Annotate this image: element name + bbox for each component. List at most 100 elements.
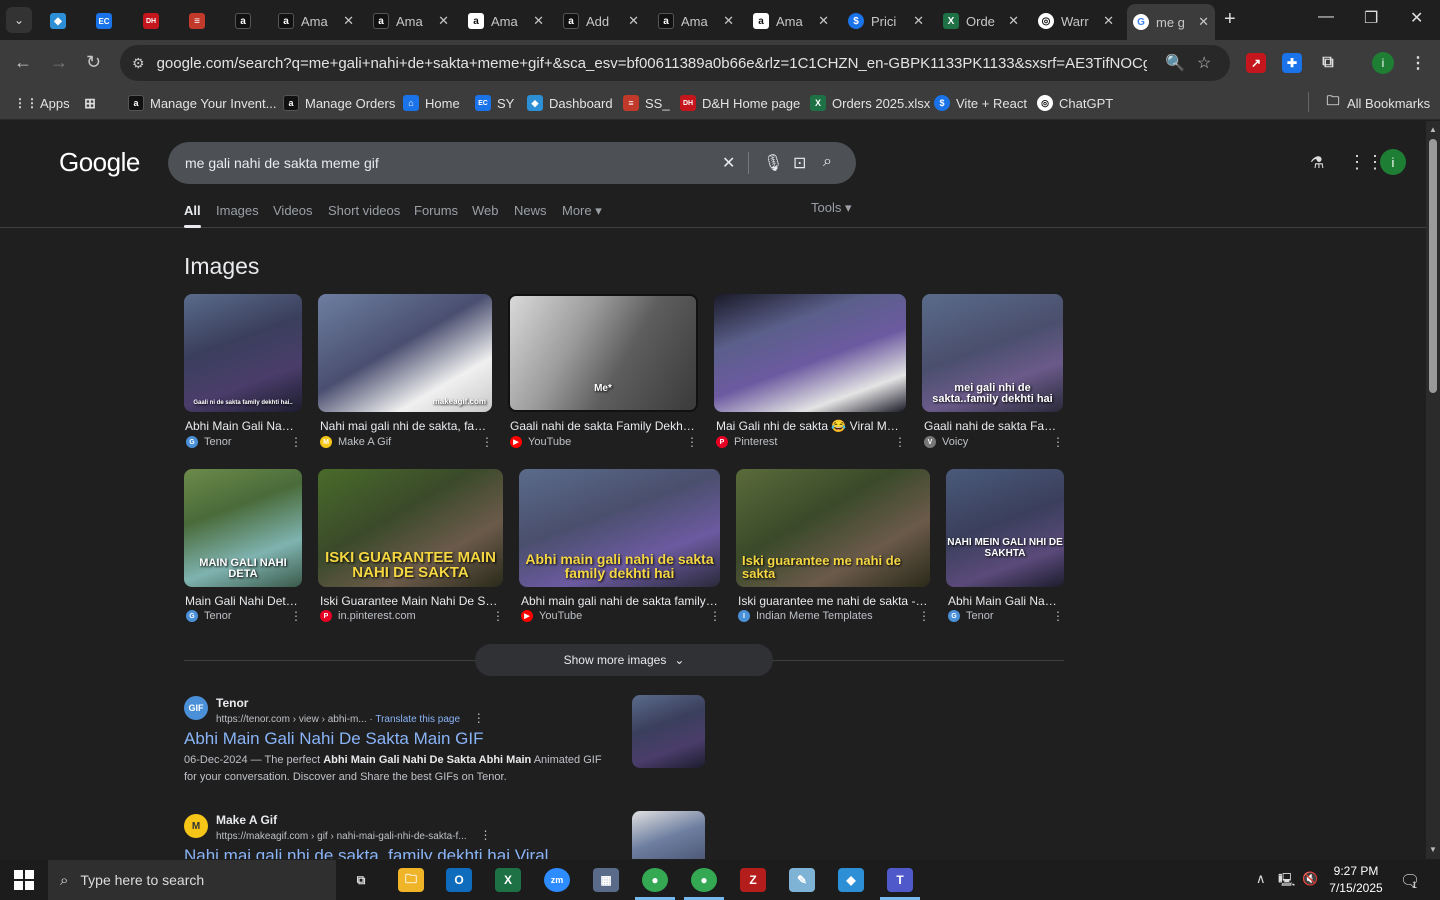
labs-flask-icon[interactable]: ⚗ bbox=[1310, 153, 1324, 173]
voice-search-icon[interactable]: 🎙 bbox=[763, 153, 783, 173]
chrome-icon[interactable]: ● bbox=[642, 868, 668, 892]
tab-all[interactable]: All bbox=[184, 203, 201, 228]
image-source[interactable]: Pin.pinterest.com bbox=[320, 610, 416, 622]
close-window-icon[interactable]: ✕ bbox=[1410, 8, 1423, 28]
image-result[interactable]: ISKI GUARANTEE MAIN NAHI DE SAKTA bbox=[318, 469, 503, 587]
image-result[interactable]: mei gali nhi de sakta..family dekhti hai bbox=[922, 294, 1063, 412]
file-explorer-icon[interactable]: 🗀 bbox=[398, 868, 424, 892]
notepad-icon[interactable]: ✎ bbox=[789, 868, 815, 892]
result-url[interactable]: https://tenor.com › view › abhi-m... · T… bbox=[216, 711, 485, 725]
tab-item[interactable]: a Ama ✕ bbox=[272, 6, 360, 36]
close-tab-icon[interactable]: ✕ bbox=[818, 13, 829, 29]
tab-news[interactable]: News bbox=[514, 203, 547, 218]
image-result[interactable]: NAHI MEIN GALI NHI DE SAKHTA bbox=[946, 469, 1064, 587]
lens-search-icon[interactable]: ⊡ bbox=[793, 153, 806, 173]
bookmark-item[interactable]: a Manage Your Invent... bbox=[128, 92, 276, 114]
system-clock[interactable]: 9:27 PM 7/15/2025 bbox=[1328, 863, 1384, 897]
more-options-icon[interactable]: ⋮ bbox=[1052, 609, 1064, 623]
close-tab-icon[interactable]: ✕ bbox=[1103, 13, 1114, 29]
more-options-icon[interactable]: ⋮ bbox=[473, 711, 485, 725]
more-options-icon[interactable]: ⋮ bbox=[481, 435, 493, 449]
bookmark-item[interactable]: a Manage Orders bbox=[283, 92, 395, 114]
search-box[interactable]: me gali nahi de sakta meme gif ✕ 🎙 ⊡ ⌕ bbox=[168, 142, 856, 184]
tab-pinned-4[interactable]: ≡ bbox=[183, 6, 219, 36]
chrome-profile-icon[interactable]: ● bbox=[691, 868, 717, 892]
account-avatar[interactable]: i bbox=[1380, 149, 1406, 175]
tab-item[interactable]: a Add ✕ bbox=[557, 6, 645, 36]
bookmark-apps[interactable]: ⋮⋮ Apps bbox=[14, 92, 70, 114]
extension-arrow-icon[interactable]: ↗ bbox=[1246, 53, 1266, 73]
volume-muted-icon[interactable]: 🔇 bbox=[1302, 871, 1318, 887]
search-icon[interactable]: ⌕ bbox=[823, 153, 832, 171]
bookmark-tab-groups[interactable]: ⊞ bbox=[82, 92, 104, 114]
address-bar[interactable]: ⚙ google.com/search?q=me+gali+nahi+de+sa… bbox=[120, 45, 1230, 81]
excel-icon[interactable]: X bbox=[495, 868, 521, 892]
extensions-icon[interactable]: ⧉ bbox=[1318, 53, 1338, 73]
extension-puzzle-blue-icon[interactable]: ✚ bbox=[1282, 53, 1302, 73]
menu-kebab-icon[interactable]: ⋮ bbox=[1408, 53, 1428, 73]
bookmark-item[interactable]: ◆ Dashboard bbox=[527, 92, 613, 114]
new-tab-icon[interactable]: + bbox=[1224, 8, 1236, 31]
bookmark-item[interactable]: ◎ ChatGPT bbox=[1037, 92, 1113, 114]
page-scrollbar[interactable]: ▲ ▼ bbox=[1426, 121, 1440, 859]
tab-forums[interactable]: Forums bbox=[414, 203, 458, 218]
tab-pinned-2[interactable]: EC bbox=[90, 6, 126, 36]
result-title-link[interactable]: Nahi mai gali nhi de sakta, family dekht… bbox=[184, 846, 548, 859]
image-result[interactable] bbox=[714, 294, 906, 412]
more-options-icon[interactable]: ⋮ bbox=[894, 435, 906, 449]
bookmark-item[interactable]: EC SY bbox=[475, 92, 514, 114]
image-source[interactable]: V Voicy bbox=[924, 436, 968, 448]
more-options-icon[interactable]: ⋮ bbox=[479, 828, 491, 842]
bookmark-item[interactable]: X Orders 2025.xlsx bbox=[810, 92, 930, 114]
tab-pinned-3[interactable]: DH bbox=[137, 6, 173, 36]
close-tab-icon[interactable]: ✕ bbox=[1008, 13, 1019, 29]
bookmark-star-icon[interactable]: ☆ bbox=[1197, 53, 1211, 73]
tab-item[interactable]: X Orde ✕ bbox=[937, 6, 1025, 36]
more-options-icon[interactable]: ⋮ bbox=[290, 609, 302, 623]
bookmark-item[interactable]: ⌂ Home bbox=[403, 92, 460, 114]
restore-icon[interactable]: ❐ bbox=[1364, 8, 1378, 28]
search-input[interactable]: me gali nahi de sakta meme gif bbox=[185, 155, 856, 171]
google-logo[interactable]: Google bbox=[59, 147, 140, 178]
scroll-up-icon[interactable]: ▲ bbox=[1429, 125, 1437, 134]
image-source[interactable]: P Pinterest bbox=[716, 436, 777, 448]
result-site-name[interactable]: Tenor bbox=[216, 696, 248, 710]
scroll-thumb[interactable] bbox=[1429, 139, 1437, 393]
result-title-link[interactable]: Abhi Main Gali Nahi De Sakta Main GIF bbox=[184, 729, 484, 749]
tab-item[interactable]: ◎ Warr ✕ bbox=[1032, 6, 1120, 36]
image-result[interactable]: Me* bbox=[508, 294, 698, 412]
more-options-icon[interactable]: ⋮ bbox=[918, 609, 930, 623]
tab-pinned-1[interactable]: ◆ bbox=[44, 6, 80, 36]
tray-chevron-icon[interactable]: ∧ bbox=[1256, 871, 1266, 887]
image-source[interactable]: I Indian Meme Templates bbox=[738, 610, 873, 622]
taskbar-search[interactable]: ⌕ Type here to search bbox=[48, 860, 336, 900]
network-icon[interactable]: 🖳 bbox=[1278, 871, 1295, 893]
hex-app-icon[interactable]: ◆ bbox=[838, 868, 864, 892]
bookmark-item[interactable]: DH D&H Home page bbox=[680, 92, 800, 114]
site-info-icon[interactable]: ⚙ bbox=[132, 55, 145, 72]
calculator-icon[interactable]: ▦ bbox=[593, 868, 619, 892]
image-result[interactable]: Abhi main gali nahi de sakta family dekh… bbox=[519, 469, 720, 587]
tab-web[interactable]: Web bbox=[472, 203, 499, 218]
image-source[interactable]: G Tenor bbox=[186, 610, 232, 622]
task-view-icon[interactable]: ⧉ bbox=[348, 868, 374, 892]
close-tab-icon[interactable]: ✕ bbox=[438, 13, 449, 29]
bookmark-item[interactable]: ≡ SS_ bbox=[623, 92, 670, 114]
scroll-down-icon[interactable]: ▼ bbox=[1429, 845, 1437, 854]
result-thumbnail[interactable] bbox=[632, 695, 705, 768]
result-site-name[interactable]: Make A Gif bbox=[216, 813, 277, 827]
close-tab-icon[interactable]: ✕ bbox=[913, 13, 924, 29]
translate-link[interactable]: Translate this page bbox=[375, 714, 460, 725]
image-source[interactable]: ▶ YouTube bbox=[510, 436, 571, 448]
forward-icon[interactable]: → bbox=[50, 52, 68, 73]
tab-images[interactable]: Images bbox=[216, 203, 259, 218]
image-source[interactable]: G Tenor bbox=[186, 436, 232, 448]
back-icon[interactable]: ← bbox=[14, 52, 32, 73]
bookmark-item[interactable]: $ Vite + React bbox=[934, 92, 1027, 114]
tab-short-videos[interactable]: Short videos bbox=[328, 203, 400, 218]
more-options-icon[interactable]: ⋮ bbox=[290, 435, 302, 449]
url-text[interactable]: google.com/search?q=me+gali+nahi+de+sakt… bbox=[157, 55, 1147, 72]
image-source[interactable]: ▶ YouTube bbox=[521, 610, 582, 622]
filezilla-icon[interactable]: Z bbox=[740, 868, 766, 892]
teams-icon[interactable]: T bbox=[887, 868, 913, 892]
